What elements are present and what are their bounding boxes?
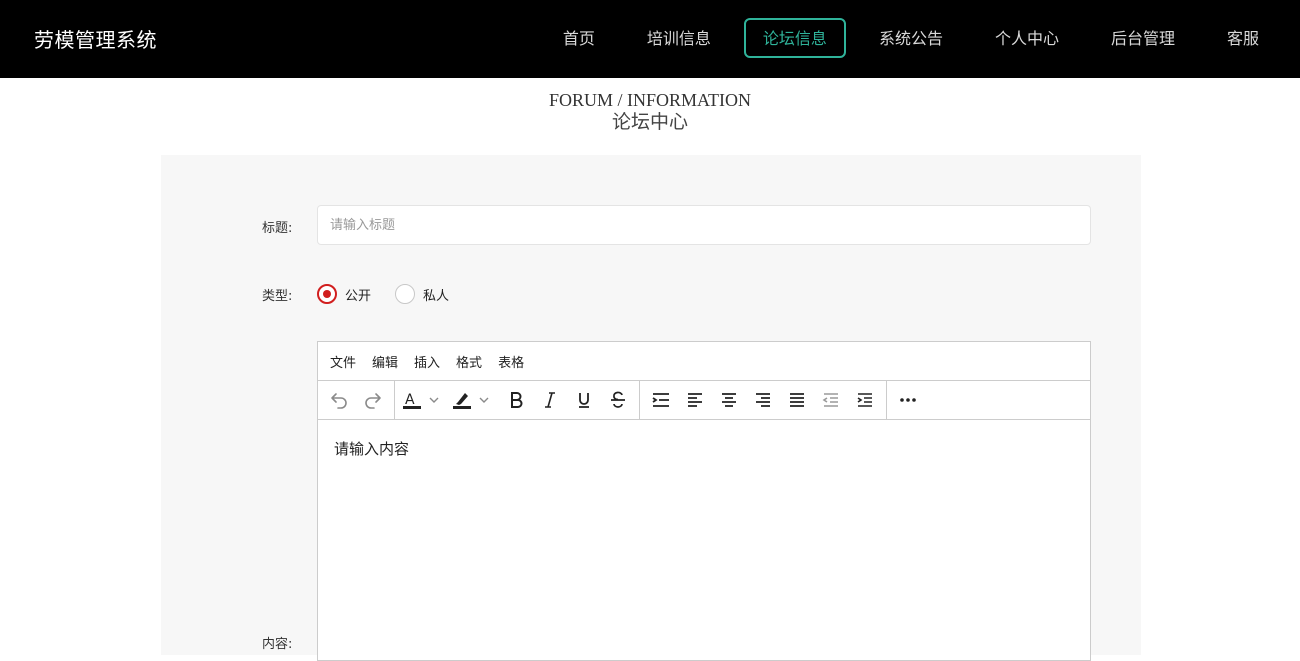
history-group bbox=[318, 381, 395, 419]
line-height-icon[interactable] bbox=[644, 384, 678, 416]
rich-text-editor: 文件 编辑 插入 格式 表格 A 请输入内容 bbox=[317, 341, 1091, 661]
radio-private-label: 私人 bbox=[423, 288, 450, 304]
nav-admin[interactable]: 后台管理 bbox=[1092, 18, 1194, 58]
type-label: 类型: bbox=[262, 289, 293, 304]
more-group bbox=[887, 381, 929, 419]
nav-forum[interactable]: 论坛信息 bbox=[743, 18, 846, 58]
page-title-en: FORUM / INFORMATION bbox=[548, 90, 752, 110]
outdent-icon[interactable] bbox=[814, 384, 848, 416]
content-label: 内容: bbox=[262, 637, 293, 652]
nav-training[interactable]: 培训信息 bbox=[628, 18, 730, 58]
forum-form-panel: 标题: 类型: 公开 私人 内容: 文件 编辑 插入 格式 表格 bbox=[161, 155, 1141, 661]
bold-icon[interactable] bbox=[499, 384, 533, 416]
indent-icon[interactable] bbox=[848, 384, 882, 416]
editor-toolbar: A bbox=[318, 381, 1090, 420]
more-icon[interactable] bbox=[891, 384, 925, 416]
align-right-icon[interactable] bbox=[746, 384, 780, 416]
menu-insert[interactable]: 插入 bbox=[406, 352, 448, 371]
page-heading: FORUM / INFORMATION 论坛中心 bbox=[0, 89, 1300, 135]
align-justify-icon[interactable] bbox=[780, 384, 814, 416]
radio-public-circle[interactable] bbox=[317, 284, 337, 304]
format-group: A bbox=[395, 381, 640, 419]
align-left-icon[interactable] bbox=[678, 384, 712, 416]
undo-icon[interactable] bbox=[322, 384, 356, 416]
nav-profile[interactable]: 个人中心 bbox=[976, 18, 1078, 58]
menu-file[interactable]: 文件 bbox=[322, 352, 364, 371]
strikethrough-icon[interactable] bbox=[601, 384, 635, 416]
nav-announcements[interactable]: 系统公告 bbox=[860, 18, 962, 58]
radio-public-label: 公开 bbox=[345, 288, 372, 304]
underline-icon[interactable] bbox=[567, 384, 601, 416]
highlight-icon[interactable] bbox=[449, 384, 499, 416]
title-label: 标题: bbox=[262, 221, 293, 236]
paragraph-group bbox=[640, 381, 887, 419]
menu-edit[interactable]: 编辑 bbox=[364, 352, 406, 371]
page-title-cn: 论坛中心 bbox=[611, 112, 688, 133]
radio-public[interactable]: 公开 bbox=[317, 284, 371, 304]
svg-text:A: A bbox=[405, 392, 415, 408]
text-color-icon[interactable]: A bbox=[399, 384, 449, 416]
top-navbar: 劳模管理系统 首页 培训信息 论坛信息 系统公告 个人中心 后台管理 客服 bbox=[0, 0, 1300, 78]
main-nav: 首页 培训信息 论坛信息 系统公告 个人中心 后台管理 客服 bbox=[530, 18, 1278, 58]
app-brand[interactable]: 劳模管理系统 bbox=[34, 24, 157, 53]
editor-content-area[interactable]: 请输入内容 bbox=[318, 420, 1090, 477]
nav-home[interactable]: 首页 bbox=[544, 18, 614, 58]
title-input[interactable] bbox=[317, 205, 1091, 245]
menu-table[interactable]: 表格 bbox=[490, 352, 532, 371]
radio-private[interactable]: 私人 bbox=[395, 284, 449, 304]
type-radio-group: 公开 私人 bbox=[317, 284, 473, 304]
redo-icon[interactable] bbox=[356, 384, 390, 416]
editor-menubar: 文件 编辑 插入 格式 表格 bbox=[318, 342, 1090, 381]
nav-support[interactable]: 客服 bbox=[1208, 18, 1278, 58]
italic-icon[interactable] bbox=[533, 384, 567, 416]
menu-format[interactable]: 格式 bbox=[448, 352, 490, 371]
radio-private-circle[interactable] bbox=[395, 284, 416, 304]
align-center-icon[interactable] bbox=[712, 384, 746, 416]
